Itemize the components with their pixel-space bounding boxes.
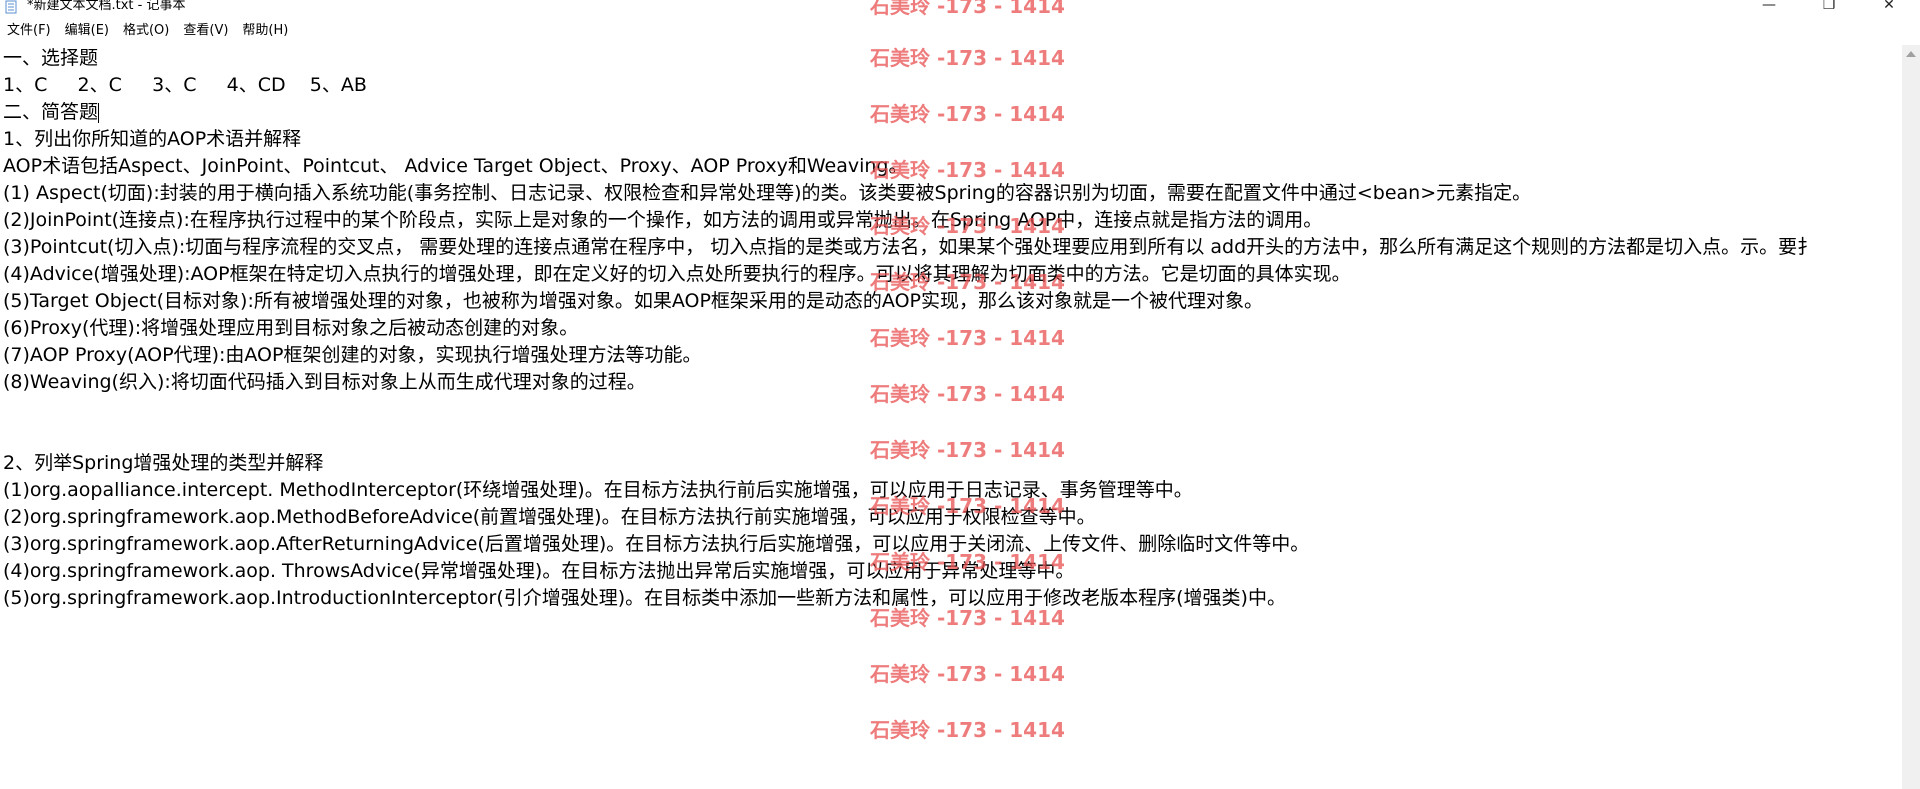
text-line: (4)Advice(增强处理):AOP框架在特定切入点执行的增强处理，即在定义好… xyxy=(3,263,1351,285)
text-line: 1、列出你所知道的AOP术语并解释 xyxy=(3,128,302,150)
minimize-button[interactable]: — xyxy=(1746,0,1792,16)
notepad-window: *新建文本文档.txt - 记事本 — ❐ ✕ 文件(F) 编辑(E) 格式(O… xyxy=(0,0,1920,789)
text-line: (4)org.springframework.aop. ThrowsAdvice… xyxy=(3,560,1075,582)
text-line: 1、C 2、C 3、C 4、CD 5、AB xyxy=(3,74,367,96)
text-line: (7)AOP Proxy(AOP代理):由AOP框架创建的对象，实现执行增强处理… xyxy=(3,344,702,366)
text-line: 二、简答题 xyxy=(3,99,100,125)
scroll-up-arrow-icon[interactable] xyxy=(1906,51,1916,57)
vertical-scrollbar[interactable] xyxy=(1902,45,1920,789)
window-title: *新建文本文档.txt - 记事本 xyxy=(27,0,186,13)
text-line: (3)org.springframework.aop.AfterReturnin… xyxy=(3,533,1310,555)
text-editor-area[interactable]: 一、选择题 1、C 2、C 3、C 4、CD 5、AB 二、简答题 1、列出你所… xyxy=(0,45,1902,789)
text-line: (5)Target Object(目标对象):所有被增强处理的对象，也被称为增强… xyxy=(3,290,1263,312)
menu-file[interactable]: 文件(F) xyxy=(0,20,58,42)
text-line: (8)Weaving(织入):将切面代码插入到目标对象上从而生成代理对象的过程。 xyxy=(3,371,646,393)
menu-edit[interactable]: 编辑(E) xyxy=(58,20,116,42)
text-line: (6)Proxy(代理):将增强处理应用到目标对象之后被动态创建的对象。 xyxy=(3,317,579,339)
text-line: (2)JoinPoint(连接点):在程序执行过程中的某个阶段点，实际上是对象的… xyxy=(3,209,1323,231)
menu-help[interactable]: 帮助(H) xyxy=(235,20,295,42)
menu-bar: 文件(F) 编辑(E) 格式(O) 查看(V) 帮助(H) xyxy=(0,20,1920,42)
text-line: (3)Pointcut(切入点):切面与程序流程的交叉点， 需要处理的连接点通常… xyxy=(3,236,1817,258)
text-line: (2)org.springframework.aop.MethodBeforeA… xyxy=(3,506,1096,528)
text-line: (1)org.aopalliance.intercept. MethodInte… xyxy=(3,479,1193,501)
text-line: (5)org.springframework.aop.IntroductionI… xyxy=(3,587,1286,609)
title-bar[interactable]: *新建文本文档.txt - 记事本 — ❐ ✕ xyxy=(0,0,1920,18)
notepad-icon xyxy=(4,0,18,14)
text-caret xyxy=(98,102,100,123)
close-icon: ✕ xyxy=(1883,0,1895,13)
text-line: (1) Aspect(切面):封装的用于横向插入系统功能(事务控制、日志记录、权… xyxy=(3,182,1532,204)
text-line: AOP术语包括Aspect、JoinPoint、Pointcut、 Advice… xyxy=(3,155,908,177)
maximize-button[interactable]: ❐ xyxy=(1806,0,1852,16)
restore-icon: ❐ xyxy=(1822,0,1836,13)
text-line: 一、选择题 xyxy=(3,47,99,69)
text-line-content: 二、简答题 xyxy=(3,101,99,123)
menu-view[interactable]: 查看(V) xyxy=(176,20,235,42)
text-line: 2、列举Spring增强处理的类型并解释 xyxy=(3,452,324,474)
menu-format[interactable]: 格式(O) xyxy=(116,20,176,42)
minimize-icon: — xyxy=(1762,0,1776,13)
close-button[interactable]: ✕ xyxy=(1866,0,1912,16)
